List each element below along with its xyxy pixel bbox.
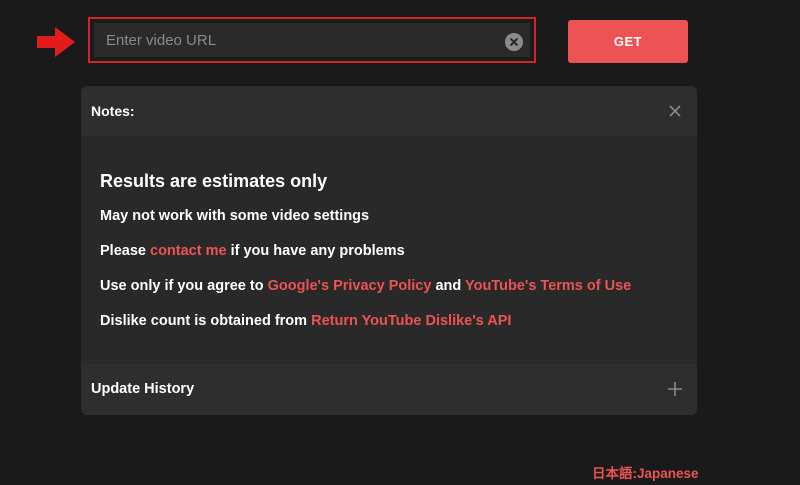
notes-panel: Notes: Results are estimates only May no… <box>81 86 697 415</box>
japanese-language-link[interactable]: 日本語:Japanese <box>592 462 699 482</box>
note-line-api: Dislike count is obtained from Return Yo… <box>100 311 680 331</box>
notes-heading: Results are estimates only <box>100 171 328 191</box>
note-text: Dislike count is obtained from <box>100 313 312 329</box>
notes-body: Results are estimates only May not work … <box>100 170 680 346</box>
close-icon[interactable] <box>668 104 682 118</box>
note-line-contact: Please contact me if you have any proble… <box>100 241 680 261</box>
clear-circle-icon[interactable] <box>505 33 523 51</box>
get-button[interactable]: GET <box>568 20 688 63</box>
notes-header: Notes: <box>81 86 697 136</box>
note-text: Please <box>100 243 150 259</box>
google-privacy-policy-link[interactable]: Google's Privacy Policy <box>268 278 432 294</box>
plus-icon <box>668 382 682 396</box>
return-youtube-dislike-api-link[interactable]: Return YouTube Dislike's API <box>311 313 511 329</box>
page: GET Notes: Results are estimates only Ma… <box>0 0 800 485</box>
video-url-input[interactable] <box>94 23 530 57</box>
note-line-settings: May not work with some video settings <box>100 208 370 224</box>
youtube-terms-link[interactable]: YouTube's Terms of Use <box>465 278 631 294</box>
note-text: and <box>431 278 465 294</box>
url-input-highlight <box>88 17 536 63</box>
update-history-title: Update History <box>91 381 195 397</box>
note-text: if you have any problems <box>226 243 405 259</box>
note-line-policy: Use only if you agree to Google's Privac… <box>100 276 680 296</box>
contact-me-link[interactable]: contact me <box>150 243 227 259</box>
red-arrow-right-icon <box>37 27 75 57</box>
notes-title: Notes: <box>91 103 135 119</box>
update-history-toggle[interactable]: Update History <box>81 364 697 415</box>
note-text: Use only if you agree to <box>100 278 268 294</box>
